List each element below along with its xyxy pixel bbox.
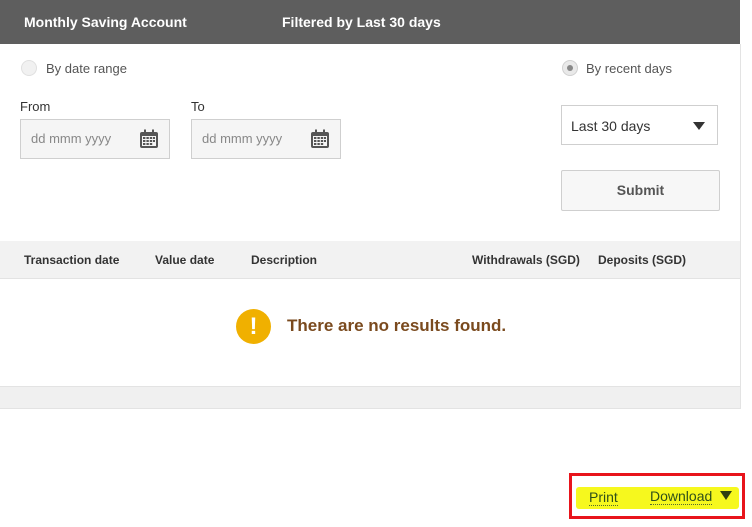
column-header-value-date: Value date [155, 253, 215, 267]
from-date-field[interactable] [20, 119, 170, 159]
recent-days-selected-value: Last 30 days [571, 118, 651, 134]
print-link-label[interactable]: Print [589, 489, 618, 506]
panel-right-border [740, 44, 741, 409]
caret-down-icon[interactable] [720, 491, 733, 501]
account-header-bar: Monthly Saving Account Filtered by Last … [0, 0, 740, 44]
no-results-message: There are no results found. [287, 316, 507, 335]
radio-by-date-range[interactable] [21, 60, 37, 76]
calendar-icon[interactable] [139, 129, 159, 149]
print-link[interactable]: Print [589, 489, 618, 506]
warning-icon: ! [236, 309, 271, 344]
transactions-table-header: Transaction date Value date Description … [0, 241, 740, 279]
to-label: To [191, 99, 205, 114]
download-link-label[interactable]: Download [650, 488, 713, 505]
column-header-description: Description [251, 253, 318, 267]
calendar-icon[interactable] [310, 129, 330, 149]
caret-down-icon [693, 122, 705, 130]
column-header-deposits: Deposits (SGD) [598, 253, 687, 267]
column-header-transaction-date: Transaction date [24, 253, 120, 267]
column-header-withdrawals: Withdrawals (SGD) [472, 253, 580, 267]
recent-days-select[interactable]: Last 30 days [561, 105, 718, 145]
submit-button[interactable]: Submit [561, 170, 720, 211]
from-date-input[interactable] [31, 131, 131, 146]
radio-by-recent-days-label[interactable]: By recent days [586, 61, 672, 76]
filter-summary: Filtered by Last 30 days [282, 14, 441, 30]
from-label: From [20, 99, 51, 114]
radio-by-date-range-label[interactable]: By date range [46, 61, 127, 76]
to-date-field[interactable] [191, 119, 341, 159]
download-link[interactable]: Download [650, 488, 733, 505]
radio-by-recent-days[interactable] [562, 60, 578, 76]
to-date-input[interactable] [202, 131, 302, 146]
account-title: Monthly Saving Account [24, 14, 187, 30]
table-footer-band [0, 386, 740, 409]
